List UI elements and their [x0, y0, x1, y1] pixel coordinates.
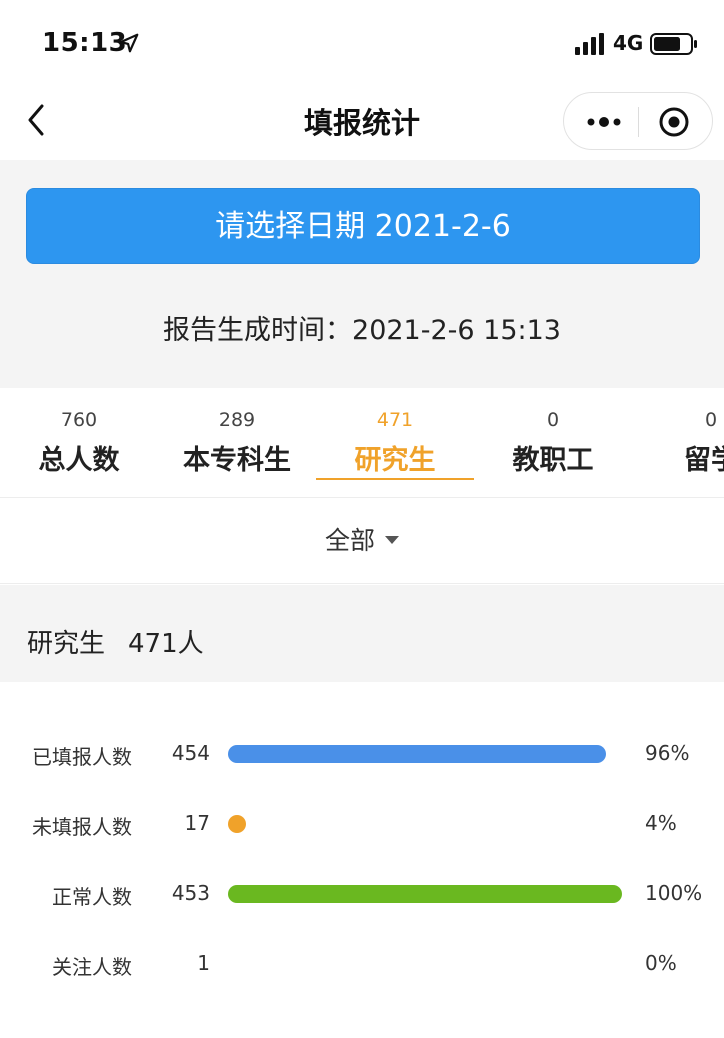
stat-label: 正常人数	[52, 885, 132, 909]
stat-label: 未填报人数	[32, 815, 132, 839]
more-dots-icon[interactable]	[584, 107, 624, 137]
summary-count: 471人	[128, 629, 204, 659]
status-bar: 15:13 4G	[0, 0, 724, 84]
stat-track	[228, 815, 622, 833]
nav-bar: 填报统计	[0, 84, 724, 160]
location-arrow-icon	[119, 33, 139, 53]
miniprogram-capsule	[563, 92, 713, 150]
stat-track	[228, 745, 622, 763]
stat-percent: 100%	[645, 881, 703, 905]
stat-count: 453	[171, 881, 210, 905]
status-time: 15:13	[42, 28, 128, 58]
stat-percent: 96%	[645, 741, 690, 765]
stat-row-attention: 关注人数 1 0%	[0, 943, 724, 983]
date-picker-button[interactable]: 请选择日期 2021-2-6	[26, 188, 700, 264]
category-tabs: 760 总人数 289 本专科生 471 研究生 0 教职工 0 留学	[0, 388, 724, 498]
network-type: 4G	[613, 31, 644, 55]
tab-count: 289	[218, 409, 256, 431]
progress-bar	[228, 885, 622, 903]
report-time: 报告生成时间：2021-2-6 15:13	[163, 315, 561, 346]
tab-total[interactable]: 760 总人数	[0, 408, 158, 497]
tab-international[interactable]: 0 留学	[632, 408, 724, 497]
stat-label: 已填报人数	[32, 745, 132, 769]
stat-percent: 0%	[645, 951, 677, 975]
tab-label: 本专科生	[183, 445, 291, 476]
progress-bar	[228, 745, 606, 763]
tab-label: 研究生	[354, 445, 436, 476]
tab-count: 0	[546, 409, 560, 431]
summary-section: 研究生 471人	[0, 585, 724, 682]
stat-count: 454	[171, 741, 210, 765]
stat-row-normal: 正常人数 453 100%	[0, 873, 724, 913]
header-area: 请选择日期 2021-2-6 报告生成时间：2021-2-6 15:13	[0, 160, 724, 388]
stat-row-unreported: 未填报人数 17 4%	[0, 803, 724, 843]
stat-row-reported: 已填报人数 454 96%	[0, 733, 724, 773]
stat-label: 关注人数	[52, 955, 132, 979]
stat-count: 1	[197, 951, 210, 975]
summary-label: 研究生	[27, 629, 106, 659]
tab-label: 总人数	[38, 445, 120, 476]
caret-down-icon	[385, 536, 399, 544]
stats-list: 已填报人数 454 96% 未填报人数 17 4% 正常人数 453 100% …	[0, 682, 724, 1038]
capsule-divider	[638, 107, 639, 137]
tab-graduate[interactable]: 471 研究生	[316, 408, 474, 497]
tab-label: 教职工	[512, 445, 594, 476]
stat-track	[228, 885, 622, 903]
tab-staff[interactable]: 0 教职工	[474, 408, 632, 497]
stat-count: 17	[184, 811, 210, 835]
tab-count: 760	[60, 409, 98, 431]
battery-icon	[650, 33, 697, 55]
filter-dropdown[interactable]: 全部	[0, 498, 724, 584]
signal-icon	[575, 33, 604, 55]
filter-bar: 全部	[0, 498, 724, 584]
stat-track	[228, 955, 622, 973]
tab-label: 留学	[684, 445, 724, 476]
tab-undergraduate[interactable]: 289 本专科生	[158, 408, 316, 497]
active-tab-indicator	[316, 478, 474, 480]
stat-percent: 4%	[645, 811, 677, 835]
filter-label: 全部	[324, 526, 375, 555]
tab-count: 0	[704, 409, 718, 431]
tab-count: 471	[376, 409, 414, 431]
target-circle-icon[interactable]	[658, 106, 690, 138]
progress-bar	[228, 815, 246, 833]
